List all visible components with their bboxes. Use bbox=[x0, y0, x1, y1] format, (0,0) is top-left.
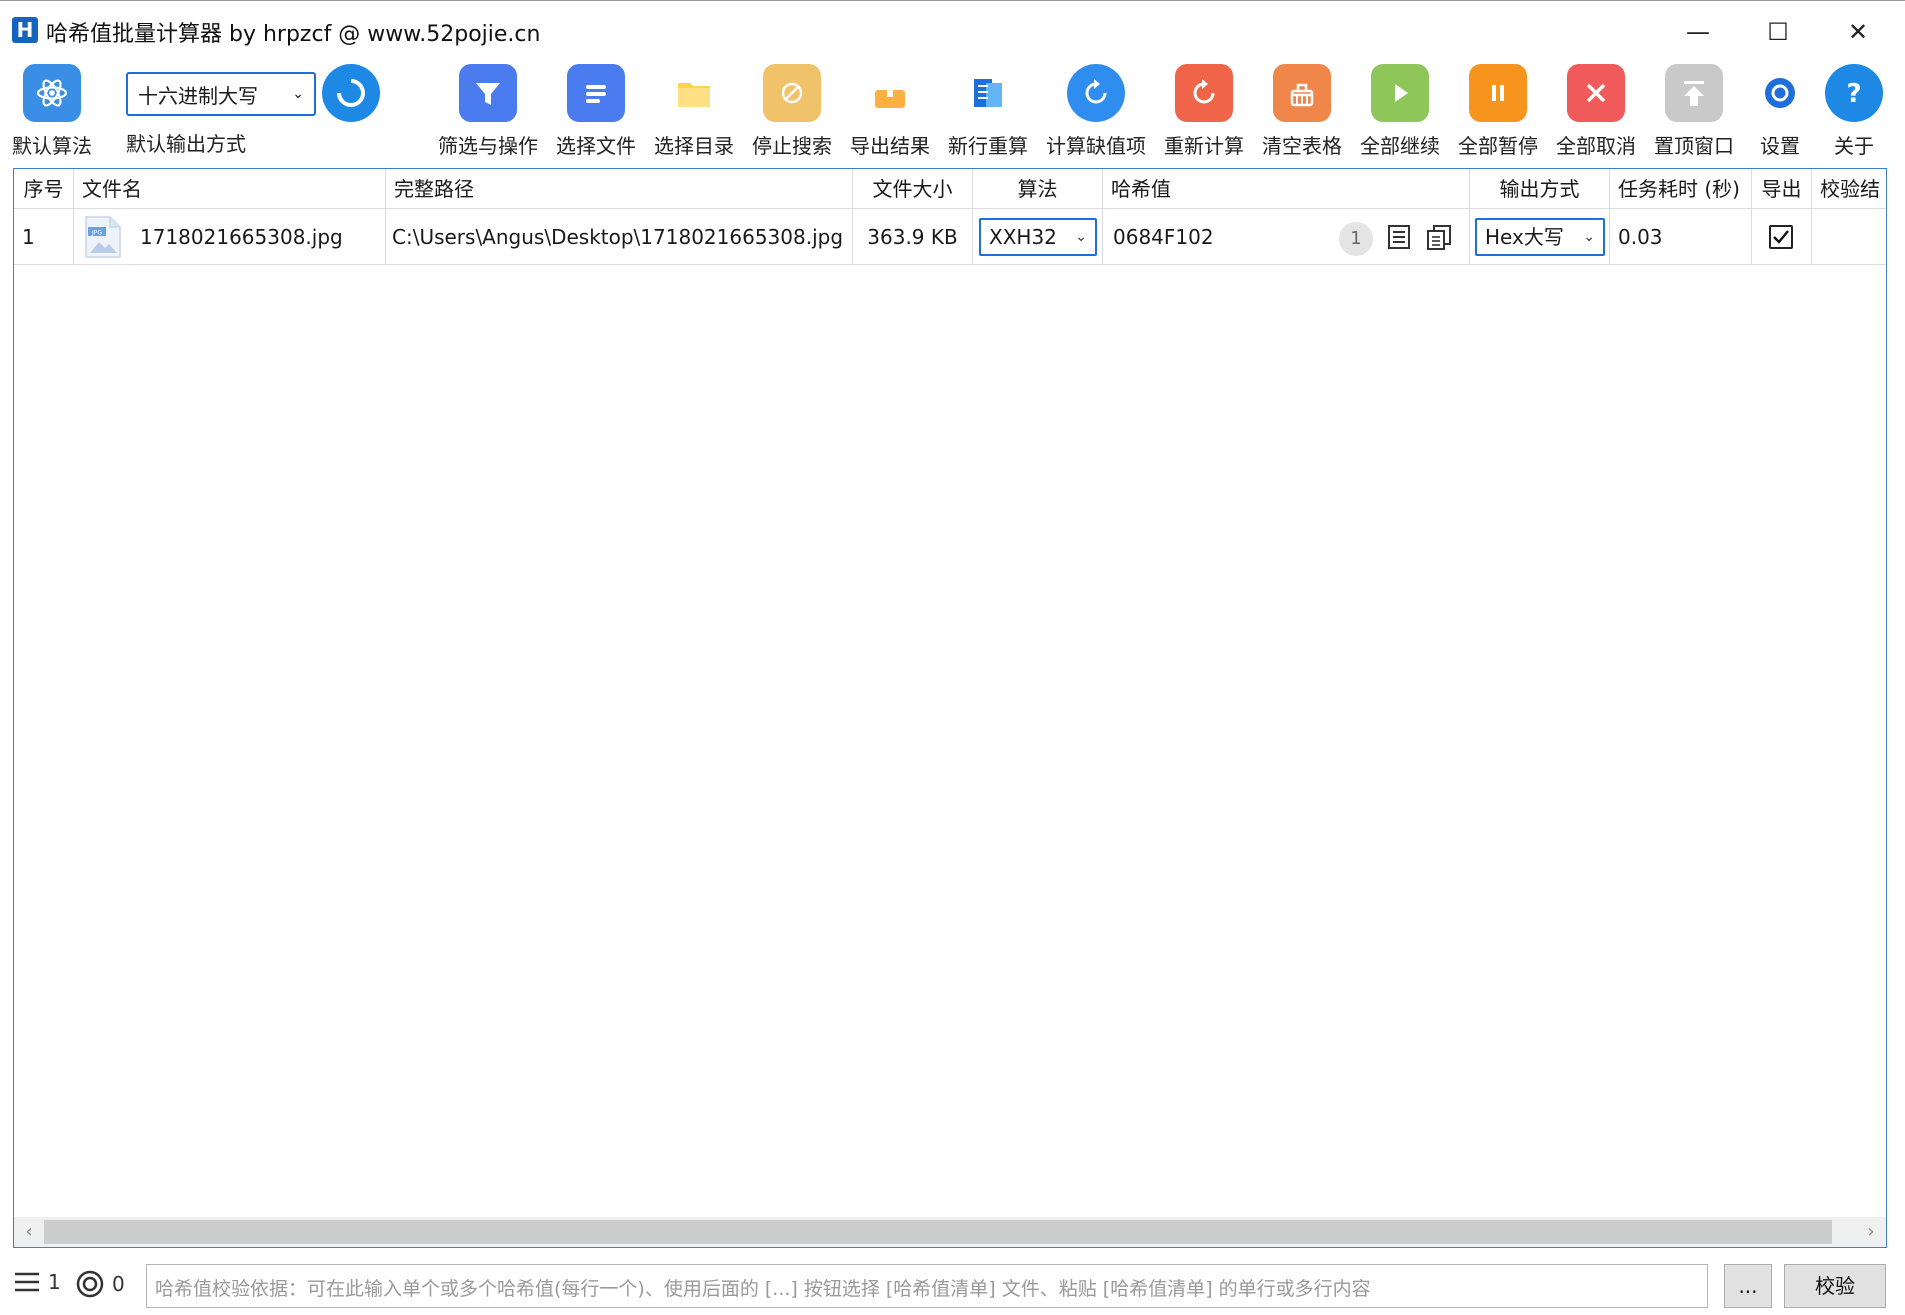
toolbar-button-label: 筛选与操作 bbox=[438, 134, 538, 158]
verified-count-value: 0 bbox=[112, 1272, 125, 1296]
toolbar-button-label: 选择文件 bbox=[556, 134, 636, 158]
table-row[interactable]: 1 JPG 1718021665308.jpg C:\Users\Angus\D… bbox=[14, 209, 1886, 265]
toolbar-button-label: 导出结果 bbox=[850, 134, 930, 158]
file-type-badge: JPG bbox=[91, 230, 102, 237]
header-verify-result[interactable]: 校验结 bbox=[1812, 169, 1886, 209]
chevron-down-icon: ⌄ bbox=[1075, 229, 1087, 245]
header-filename[interactable]: 文件名 bbox=[74, 169, 386, 209]
algorithm-value: XXH32 bbox=[989, 225, 1057, 249]
file-list-icon bbox=[567, 64, 625, 122]
list-icon bbox=[15, 1272, 39, 1292]
stop-search-icon bbox=[763, 64, 821, 122]
chevron-down-icon: ⌄ bbox=[292, 86, 304, 102]
cell-path: C:\Users\Angus\Desktop\1718021665308.jpg bbox=[386, 209, 853, 265]
toolbar-button-label: 全部取消 bbox=[1556, 134, 1636, 158]
row-count-value: 1 bbox=[48, 1270, 61, 1294]
toolbar-button-label: 新行重算 bbox=[948, 134, 1028, 158]
svg-text:?: ? bbox=[1846, 79, 1861, 109]
recalculate-icon bbox=[1175, 64, 1233, 122]
minimize-button[interactable]: — bbox=[1658, 1, 1738, 63]
refresh-icon bbox=[337, 79, 365, 107]
verify-hash-input[interactable]: 哈希值校验依据：可在此输入单个或多个哈希值(每行一个)、使用后面的 [...] … bbox=[146, 1264, 1708, 1308]
cell-export bbox=[1752, 209, 1812, 265]
folder-icon bbox=[665, 64, 723, 122]
filter-icon bbox=[459, 64, 517, 122]
cell-elapsed: 0.03 bbox=[1610, 209, 1752, 265]
toolbar-button-label: 全部继续 bbox=[1360, 134, 1440, 158]
default-algorithm-button[interactable]: 默认算法 bbox=[12, 62, 92, 159]
header-output-format[interactable]: 输出方式 bbox=[1470, 169, 1610, 209]
output-format-row-value: Hex大写 bbox=[1485, 225, 1564, 249]
scroll-right-icon[interactable]: › bbox=[1856, 1217, 1886, 1247]
help-icon: ? bbox=[1825, 64, 1883, 122]
toolbar-button-1[interactable]: 筛选与操作 bbox=[428, 62, 548, 159]
cancel-icon bbox=[1567, 64, 1625, 122]
cell-filename: JPG 1718021665308.jpg bbox=[74, 209, 386, 265]
scroll-left-icon[interactable]: ‹ bbox=[14, 1217, 44, 1247]
toolbar-button-label: 选择目录 bbox=[654, 134, 734, 158]
toolbar-button-label: 清空表格 bbox=[1262, 134, 1342, 158]
app-icon: H bbox=[12, 17, 38, 43]
new-row-icon bbox=[959, 64, 1017, 122]
atom-icon bbox=[23, 64, 81, 122]
export-checkbox[interactable] bbox=[1769, 225, 1793, 249]
cell-index: 1 bbox=[14, 209, 74, 265]
header-size[interactable]: 文件大小 bbox=[853, 169, 973, 209]
target-icon bbox=[76, 1270, 104, 1298]
clear-table-icon bbox=[1273, 64, 1331, 122]
copy-icon[interactable] bbox=[1425, 223, 1453, 251]
row-count: 1 bbox=[14, 1270, 61, 1294]
results-table: 序号 文件名 完整路径 文件大小 算法 哈希值 输出方式 任务耗时 (秒) 导出… bbox=[13, 168, 1887, 1248]
header-elapsed[interactable]: 任务耗时 (秒) bbox=[1610, 169, 1752, 209]
header-algorithm[interactable]: 算法 bbox=[973, 169, 1103, 209]
window-title: 哈希值批量计算器 by hrpzcf @ www.52pojie.cn bbox=[46, 22, 541, 47]
cell-algorithm: XXH32 ⌄ bbox=[973, 209, 1103, 265]
maximize-button[interactable]: ☐ bbox=[1738, 1, 1818, 63]
header-path[interactable]: 完整路径 bbox=[386, 169, 853, 209]
output-format-value: 十六进制大写 bbox=[138, 83, 258, 108]
apply-format-button[interactable] bbox=[322, 64, 380, 122]
output-format-select[interactable]: 十六进制大写 ⌄ bbox=[126, 72, 316, 116]
calc-missing-icon bbox=[1067, 64, 1125, 122]
hash-value[interactable]: 0684F102 bbox=[1113, 225, 1214, 249]
export-icon bbox=[861, 64, 919, 122]
browse-hash-list-button[interactable]: ... bbox=[1724, 1264, 1772, 1308]
header-hash[interactable]: 哈希值 bbox=[1103, 169, 1470, 209]
checkmark-icon bbox=[1773, 230, 1789, 244]
close-button[interactable]: ✕ bbox=[1818, 1, 1898, 63]
header-index[interactable]: 序号 bbox=[14, 169, 74, 209]
default-algorithm-label: 默认算法 bbox=[12, 134, 92, 158]
header-export[interactable]: 导出 bbox=[1752, 169, 1812, 209]
status-bar: 1 0 哈希值校验依据：可在此输入单个或多个哈希值(每行一个)、使用后面的 [.… bbox=[0, 1256, 1905, 1315]
pin-top-icon bbox=[1665, 64, 1723, 122]
details-icon[interactable] bbox=[1385, 223, 1413, 251]
hash-count-badge: 1 bbox=[1339, 222, 1373, 256]
verify-button[interactable]: 校验 bbox=[1784, 1264, 1886, 1308]
pause-icon bbox=[1469, 64, 1527, 122]
toolbar-button-6[interactable]: 新行重算 bbox=[928, 62, 1048, 159]
play-icon bbox=[1371, 64, 1429, 122]
toolbar-button-7[interactable]: 计算缺值项 bbox=[1036, 62, 1156, 159]
horizontal-scrollbar[interactable]: ‹ › bbox=[14, 1217, 1886, 1247]
cell-size: 363.9 KB bbox=[853, 209, 973, 265]
toolbar-button-label: 关于 bbox=[1834, 134, 1874, 158]
toolbar-button-15[interactable]: ? 关于 bbox=[1794, 62, 1905, 159]
output-format-row-select[interactable]: Hex大写 ⌄ bbox=[1475, 218, 1605, 256]
filename-text: 1718021665308.jpg bbox=[140, 225, 343, 249]
verified-count: 0 bbox=[76, 1270, 125, 1298]
toolbar-button-label: 计算缺值项 bbox=[1046, 134, 1146, 158]
toolbar-button-label: 重新计算 bbox=[1164, 134, 1244, 158]
cell-output-format: Hex大写 ⌄ bbox=[1470, 209, 1610, 265]
algorithm-select[interactable]: XXH32 ⌄ bbox=[979, 218, 1097, 256]
toolbar-button-label: 全部暂停 bbox=[1458, 134, 1538, 158]
output-format-label: 默认输出方式 bbox=[126, 132, 246, 156]
toolbar-button-label: 停止搜索 bbox=[752, 134, 832, 158]
table-header: 序号 文件名 完整路径 文件大小 算法 哈希值 输出方式 任务耗时 (秒) 导出… bbox=[14, 169, 1886, 209]
chevron-down-icon: ⌄ bbox=[1583, 229, 1595, 245]
scrollbar-thumb[interactable] bbox=[44, 1220, 1832, 1244]
title-bar: H 哈希值批量计算器 by hrpzcf @ www.52pojie.cn — … bbox=[0, 0, 1905, 62]
cell-verify-result bbox=[1812, 209, 1886, 265]
jpg-file-icon: JPG bbox=[85, 216, 121, 258]
cell-hash: 0684F102 1 bbox=[1103, 209, 1470, 265]
